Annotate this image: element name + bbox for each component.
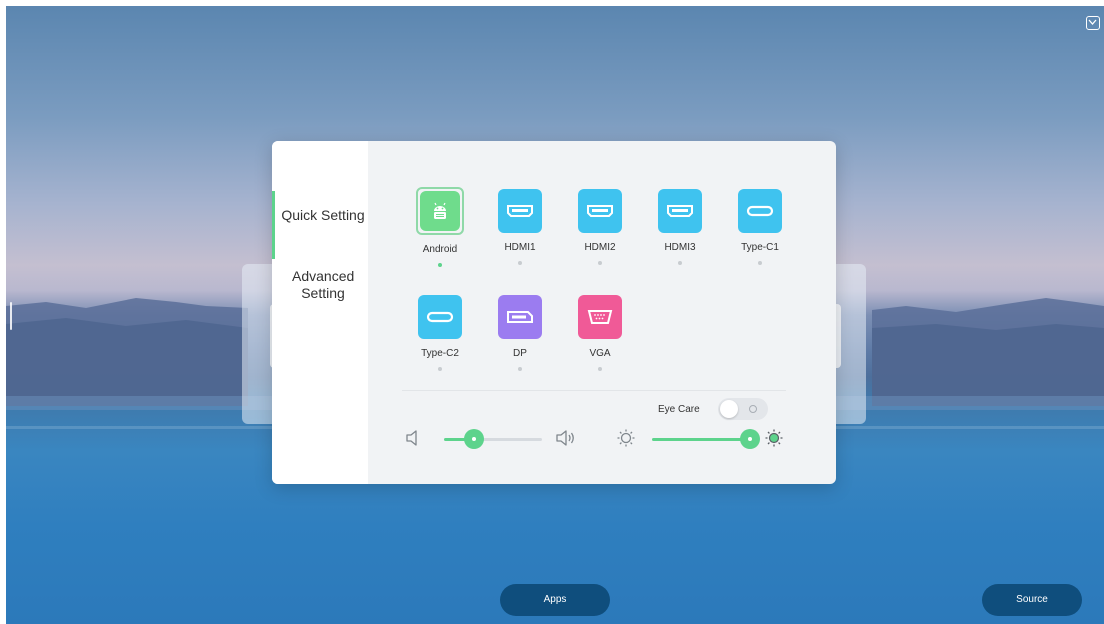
source-label: DP <box>513 348 527 359</box>
section-divider <box>402 390 786 391</box>
status-dot <box>518 261 522 265</box>
volume-track[interactable] <box>474 438 542 441</box>
brightness-low-icon[interactable] <box>616 428 636 448</box>
eye-care-toggle[interactable] <box>718 398 768 420</box>
brightness-track-filled[interactable] <box>652 438 744 441</box>
source-label: Type-C2 <box>421 348 459 359</box>
hdmi-port-icon <box>498 189 542 233</box>
status-dot <box>518 367 522 371</box>
source-android[interactable]: Android <box>410 187 470 267</box>
source-type-c1[interactable]: Type-C1 <box>730 189 790 265</box>
sidebar-item-quick-setting[interactable]: Quick Setting <box>272 191 368 259</box>
source-label: Android <box>422 244 458 255</box>
sidebar-item-label: Advanced Setting <box>292 268 355 301</box>
source-label: Type-C1 <box>741 242 779 253</box>
brightness-slider-thumb[interactable] <box>740 429 760 449</box>
selected-frame <box>416 187 464 235</box>
sidebar-item-label: Quick Setting <box>281 207 365 223</box>
source-button[interactable]: Source <box>982 584 1082 616</box>
source-hdmi3[interactable]: HDMI3 <box>650 189 710 265</box>
source-type-c2[interactable]: Type-C2 <box>410 295 470 371</box>
quick-settings-dialog: Quick Setting Advanced Setting Android H… <box>272 141 836 484</box>
brightness-high-icon[interactable] <box>764 428 784 448</box>
volume-low-icon[interactable] <box>404 428 424 448</box>
notification-icon[interactable] <box>1086 16 1100 30</box>
source-label: HDMI2 <box>584 242 616 253</box>
volume-slider-thumb[interactable] <box>464 429 484 449</box>
toggle-off-indicator <box>749 405 757 413</box>
toggle-knob <box>720 400 738 418</box>
vga-port-icon <box>578 295 622 339</box>
source-vga[interactable]: VGA <box>570 295 630 371</box>
displayport-icon <box>498 295 542 339</box>
status-dot <box>758 261 762 265</box>
source-label: HDMI3 <box>664 242 696 253</box>
source-hdmi1[interactable]: HDMI1 <box>490 189 550 265</box>
status-dot <box>598 261 602 265</box>
android-icon <box>420 191 460 231</box>
sidebar-item-advanced-setting[interactable]: Advanced Setting <box>272 268 368 302</box>
status-dot <box>678 261 682 265</box>
volume-high-icon[interactable] <box>554 428 578 448</box>
source-dp[interactable]: DP <box>490 295 550 371</box>
source-label: HDMI1 <box>504 242 536 253</box>
settings-sidebar: Quick Setting Advanced Setting <box>272 141 368 484</box>
apps-button[interactable]: Apps <box>500 584 610 616</box>
usb-c-port-icon <box>418 295 462 339</box>
active-indicator-dot <box>438 263 442 267</box>
source-hdmi2[interactable]: HDMI2 <box>570 189 630 265</box>
quick-setting-content: Android HDMI1 HDMI2 HDMI3 Type-C1 Type-C… <box>368 141 836 484</box>
usb-c-port-icon <box>738 189 782 233</box>
hdmi-port-icon <box>658 189 702 233</box>
side-edge-handle[interactable] <box>10 302 12 330</box>
hdmi-port-icon <box>578 189 622 233</box>
source-label: VGA <box>589 348 611 359</box>
status-dot <box>438 367 442 371</box>
status-dot <box>598 367 602 371</box>
active-tab-indicator <box>272 191 275 259</box>
eye-care-label: Eye Care <box>658 404 700 415</box>
